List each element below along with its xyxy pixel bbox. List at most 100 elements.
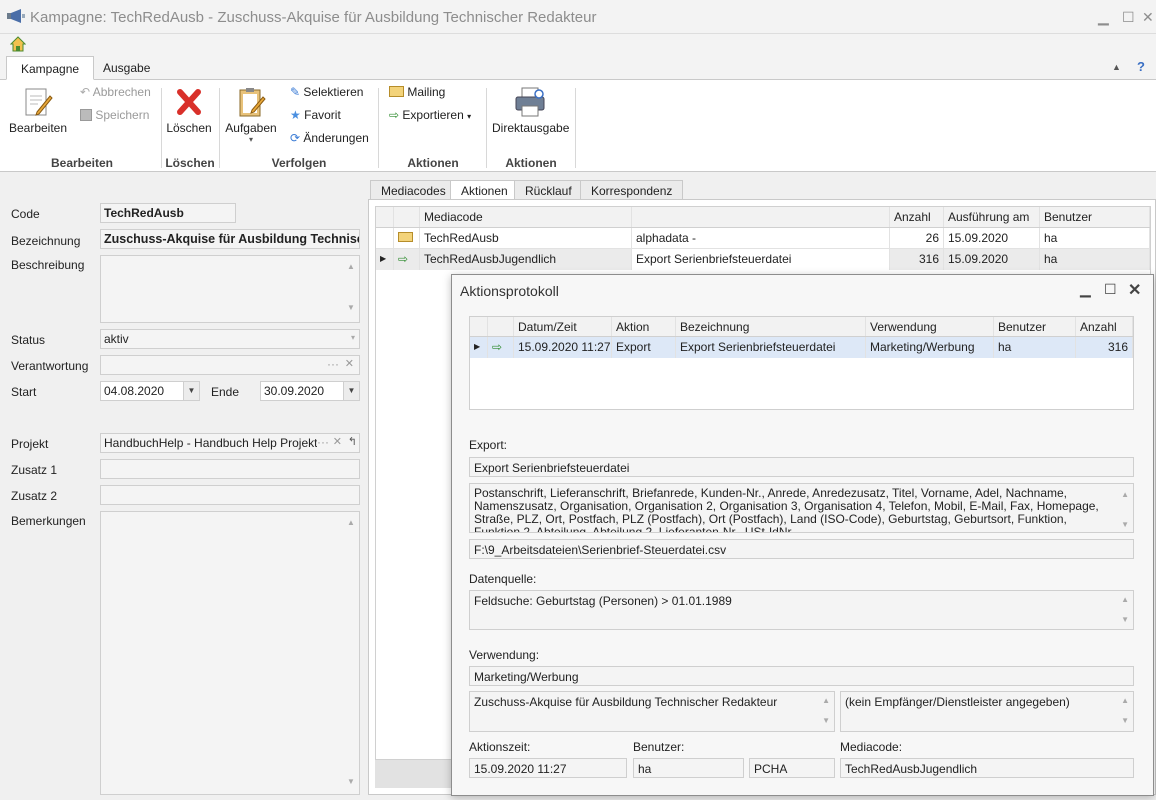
minimize-button[interactable]: ▁ (1098, 9, 1109, 26)
export-path-field[interactable]: F:\9_Arbeitsdateien\Serienbrief-Steuerda… (469, 539, 1134, 559)
cell-datum: 15.09.2020 11:27 (514, 337, 612, 358)
column-header-benutzer[interactable]: Benutzer (994, 317, 1076, 336)
tasks-label: Aufgaben (225, 121, 277, 135)
start-date-field[interactable]: 04.08.2020 ▼ (100, 381, 200, 401)
column-header-anzahl[interactable]: Anzahl (890, 207, 944, 227)
datenquelle-label: Datenquelle: (469, 572, 537, 586)
zusatz1-field[interactable] (100, 459, 360, 479)
maximize-button[interactable]: ☐ (1104, 281, 1117, 298)
scroll-up-icon[interactable]: ▲ (822, 696, 830, 705)
edit-document-icon (25, 88, 53, 116)
projekt-field[interactable]: HandbuchHelp - Handbuch Help Projekt ···… (100, 433, 360, 453)
export-fields-textarea[interactable]: Postanschrift, Lieferanschrift, Briefanr… (469, 483, 1134, 533)
dropdown-arrow-icon[interactable]: ▾ (351, 333, 355, 342)
ribbon-tabs: Kampagne Ausgabe ▲ ? (0, 56, 1156, 80)
delete-label: Löschen (166, 121, 212, 135)
favorite-button[interactable]: ★ Favorit (290, 108, 341, 122)
scroll-down-icon[interactable]: ▼ (822, 716, 830, 725)
export-name-field[interactable]: Export Serienbriefsteuerdatei (469, 457, 1134, 477)
edit-button[interactable]: Bearbeiten (8, 86, 68, 135)
row-pointer-icon: ▶ (470, 337, 488, 358)
scroll-up-icon[interactable]: ▲ (1121, 488, 1129, 501)
save-button[interactable]: Speichern (80, 108, 149, 122)
tab-ruecklauf[interactable]: Rücklauf (514, 180, 583, 200)
clear-icon[interactable]: ✕ (345, 357, 354, 370)
end-date-field[interactable]: 30.09.2020 ▼ (260, 381, 360, 401)
bemerkungen-label: Bemerkungen (11, 514, 86, 528)
status-select[interactable]: aktiv ▾ (100, 329, 360, 349)
ellipsis-icon[interactable]: ··· (317, 435, 329, 449)
column-header-verwendung[interactable]: Verwendung (866, 317, 994, 336)
column-header-datum[interactable]: Datum/Zeit (514, 317, 612, 336)
collapse-ribbon-icon[interactable]: ▲ (1112, 62, 1121, 72)
mediacode-field[interactable]: TechRedAusbJugendlich (840, 758, 1134, 778)
export-icon: ⇨ (389, 108, 400, 122)
tab-ausgabe[interactable]: Ausgabe (89, 56, 164, 80)
cancel-button[interactable]: ↶ Abbrechen (80, 85, 151, 99)
aktionszeit-field[interactable]: 15.09.2020 11:27 (469, 758, 627, 778)
scroll-down-icon[interactable]: ▼ (1121, 615, 1129, 624)
tab-korrespondenz[interactable]: Korrespondenz (580, 180, 684, 200)
mailing-button[interactable]: Mailing (389, 85, 445, 99)
cancel-label: Abbrechen (92, 85, 151, 99)
verwendung-field[interactable]: Marketing/Werbung (469, 666, 1134, 686)
scroll-down-icon[interactable]: ▼ (1121, 518, 1129, 531)
verwendung-label: Verwendung: (469, 648, 540, 662)
tab-aktionen[interactable]: Aktionen (450, 180, 519, 200)
changes-button[interactable]: ⟳ Änderungen (290, 131, 369, 145)
open-link-icon[interactable]: ↰ (348, 435, 357, 448)
delete-button[interactable]: Löschen (165, 86, 213, 135)
beschreibung-textarea[interactable]: ▲ ▼ (100, 255, 360, 323)
export-label: Exportieren (402, 108, 464, 122)
home-icon[interactable] (10, 36, 26, 52)
dropdown-arrow-icon[interactable]: ▼ (183, 382, 199, 400)
close-button[interactable]: ✕ (1142, 9, 1154, 26)
select-button[interactable]: ✎ Selektieren (290, 85, 363, 99)
dropdown-arrow-icon[interactable]: ▼ (343, 382, 359, 400)
clear-icon[interactable]: ✕ (333, 435, 342, 448)
tasks-button[interactable]: Aufgaben ▾ (224, 86, 278, 144)
tab-kampagne[interactable]: Kampagne (6, 56, 95, 80)
tab-mediacodes[interactable]: Mediacodes (370, 180, 457, 200)
help-icon[interactable]: ? (1137, 59, 1145, 74)
direct-output-button[interactable]: Direktausgabe (492, 86, 569, 135)
changes-label: Änderungen (303, 131, 369, 145)
table-row[interactable]: ▶ ⇨ 15.09.2020 11:27 Export Export Serie… (470, 337, 1133, 358)
bemerkungen-textarea[interactable]: ▲ ▼ (100, 511, 360, 795)
datenquelle-textarea[interactable]: Feldsuche: Geburtstag (Personen) > 01.01… (469, 590, 1134, 630)
column-header-benutzer[interactable]: Benutzer (1040, 207, 1150, 227)
table-row[interactable]: ▶ ⇨ TechRedAusbJugendlich Export Serienb… (376, 249, 1150, 270)
close-button[interactable]: ✕ (1128, 280, 1141, 300)
scroll-up-icon[interactable]: ▲ (1121, 595, 1129, 604)
scrollbar[interactable]: ▲ ▼ (343, 512, 359, 794)
bezeichnung-field[interactable]: Zuschuss-Akquise für Ausbildung Technisc… (100, 229, 360, 249)
verantwortung-field[interactable]: ··· ✕ (100, 355, 360, 375)
minimize-button[interactable]: ▁ (1080, 281, 1091, 298)
column-header-aktion[interactable]: Aktion (612, 317, 676, 336)
export-button[interactable]: ⇨ Exportieren ▾ (389, 108, 471, 122)
protocol-grid: Datum/Zeit Aktion Bezeichnung Verwendung… (469, 316, 1134, 410)
scrollbar[interactable]: ▲ ▼ (343, 256, 359, 322)
code-field[interactable]: TechRedAusb (100, 203, 236, 223)
table-row[interactable]: TechRedAusb alphadata - 26 15.09.2020 ha (376, 228, 1150, 249)
column-header-bezeichnung[interactable]: Bezeichnung (676, 317, 866, 336)
ellipsis-icon[interactable]: ··· (327, 357, 339, 371)
benutzer-code-field[interactable]: PCHA (749, 758, 835, 778)
column-header-mediacode[interactable]: Mediacode (420, 207, 632, 227)
column-header-ausfuehrung[interactable]: Ausführung am (944, 207, 1040, 227)
column-header-anzahl[interactable]: Anzahl (1076, 317, 1133, 336)
scroll-down-icon[interactable]: ▼ (1121, 716, 1129, 725)
zusatz2-field[interactable] (100, 485, 360, 505)
separator (575, 88, 576, 168)
campaign-text-field[interactable]: Zuschuss-Akquise für Ausbildung Technisc… (469, 691, 835, 732)
benutzer-label: Benutzer: (633, 740, 685, 754)
recipient-text-field[interactable]: (kein Empfänger/Dienstleister angegeben)… (840, 691, 1134, 732)
save-icon (80, 109, 92, 121)
dropdown-arrow-icon: ▾ (248, 135, 253, 144)
column-header-description[interactable] (632, 207, 890, 227)
benutzer-field[interactable]: ha (633, 758, 744, 778)
start-date-value: 04.08.2020 (104, 384, 165, 398)
scroll-up-icon[interactable]: ▲ (1121, 696, 1129, 705)
maximize-button[interactable]: ☐ (1122, 9, 1135, 26)
group-title-verfolgen: Verfolgen (271, 156, 327, 170)
